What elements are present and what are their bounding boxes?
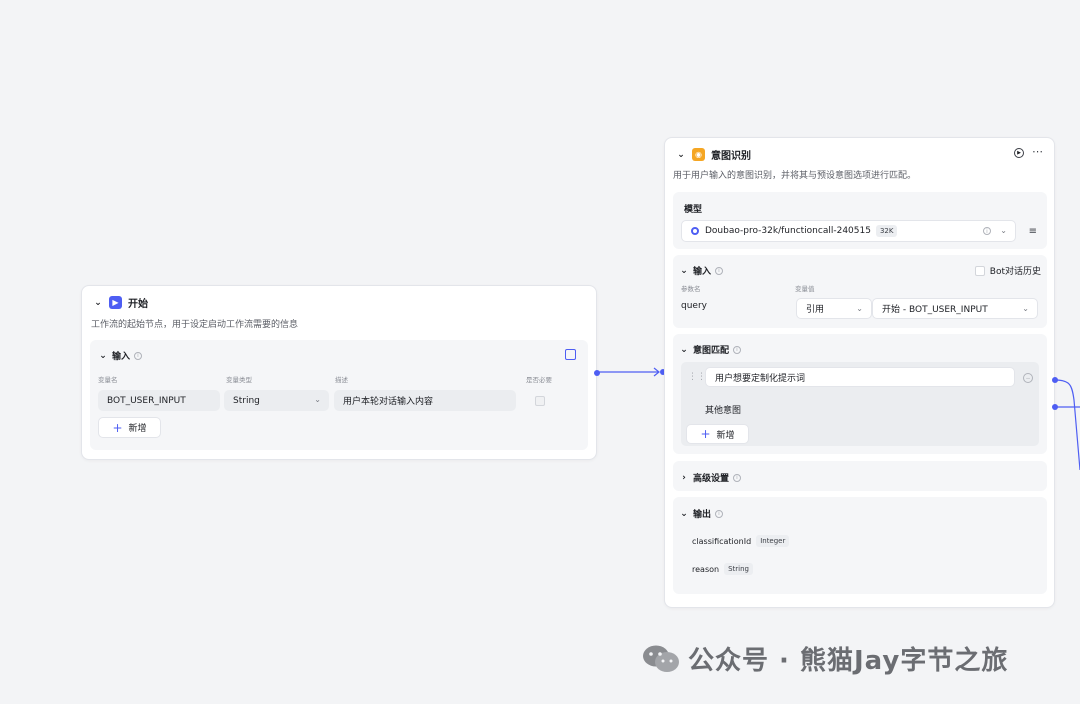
chevron-down-icon: ⌄ — [314, 395, 321, 404]
var-description-field[interactable]: 用户本轮对话输入内容 — [334, 390, 516, 411]
model-section: 模型 Doubao-pro-32k/functioncall-240515 32… — [673, 192, 1047, 249]
plus-icon: + — [700, 427, 711, 441]
intent-node[interactable]: ⌄ ◉ 意图识别 ▶ ⋯ 用于用户输入的意图识别，并将其与预设意图选项进行匹配。… — [664, 137, 1055, 608]
output-field-type: String — [724, 563, 753, 575]
required-checkbox[interactable] — [535, 396, 545, 406]
plus-icon: + — [112, 420, 123, 435]
value-ref: 开始 - BOT_USER_INPUT — [882, 305, 988, 315]
collapse-chevron-icon[interactable]: ⌄ — [98, 351, 108, 361]
output-field-row: reason String — [692, 563, 753, 575]
start-input-title: 输入 — [112, 352, 131, 362]
edge-intent-out-1 — [1054, 379, 1080, 471]
output-field-row: classificationId Integer — [692, 535, 790, 547]
column-header-var-value: 变量值 — [795, 285, 815, 293]
start-node-description: 工作流的起始节点，用于设定启动工作流需要的信息 — [91, 320, 299, 330]
column-header-param-name: 参数名 — [681, 285, 701, 293]
info-icon[interactable]: i — [733, 473, 742, 482]
info-icon[interactable]: i — [715, 509, 724, 518]
intent-input-title-row: ⌄ 输入 i — [679, 264, 724, 277]
intent-node-header: ⌄ ◉ 意图识别 — [676, 147, 751, 162]
collapse-chevron-icon[interactable]: ⌄ — [676, 150, 686, 160]
advanced-section[interactable]: › 高级设置 i — [673, 461, 1047, 491]
start-input-section: ⌄ 输入 i 变量名 变量类型 描述 是否必要 BOT_USER_INPUT S… — [90, 340, 588, 450]
param-name: query — [681, 301, 707, 311]
chevron-right-icon[interactable]: › — [679, 473, 689, 483]
bot-history-toggle[interactable]: Bot对话历史 — [974, 264, 1041, 277]
chevron-down-icon: ⌄ — [856, 304, 863, 313]
start-node-icon: ▶ — [109, 296, 122, 309]
intent-list: ⋮⋮ 用户想要定制化提示词 − 其他意图 + 新增 — [681, 362, 1039, 446]
column-header-var-name: 变量名 — [98, 376, 118, 384]
intent-output-port-2[interactable] — [1052, 404, 1058, 410]
start-node-header: ⌄ ▶ 开始 — [93, 295, 148, 310]
wechat-logo-icon — [643, 645, 679, 672]
info-icon[interactable]: i — [983, 227, 991, 235]
model-name: Doubao-pro-32k/functioncall-240515 — [705, 226, 871, 236]
intent-match-title-row: ⌄ 意图匹配 i — [679, 343, 742, 356]
run-icon[interactable]: ▶ — [1014, 148, 1024, 158]
start-output-port[interactable] — [594, 370, 600, 376]
workflow-canvas[interactable]: ⌄ ▶ 开始 工作流的起始节点，用于设定启动工作流需要的信息 ⌄ 输入 i 变量… — [0, 0, 1080, 704]
model-section-title: 模型 — [684, 205, 703, 215]
model-brand-icon — [691, 227, 699, 235]
collapse-chevron-icon[interactable]: ⌄ — [679, 509, 689, 519]
add-variable-label: 新增 — [128, 424, 147, 434]
intent-node-description: 用于用户输入的意图识别，并将其与预设意图选项进行匹配。 — [673, 171, 917, 181]
bot-history-checkbox[interactable] — [974, 265, 985, 276]
intent-input-section: ⌄ 输入 i Bot对话历史 参数名 变量值 query 引用 ⌄ 开始 - B… — [673, 255, 1047, 328]
value-mode-select[interactable]: 引用 ⌄ — [796, 298, 872, 319]
intent-input-title: 输入 — [693, 267, 712, 277]
start-input-title-row: ⌄ 输入 i — [98, 349, 143, 362]
advanced-title-row: › 高级设置 i — [679, 471, 742, 484]
intent-node-title: 意图识别 — [711, 151, 751, 162]
watermark-text: 公众号 · 熊猫Jay字节之旅 — [688, 646, 1009, 676]
intent-match-section: ⌄ 意图匹配 i ⋮⋮ 用户想要定制化提示词 − 其他意图 + 新增 — [673, 334, 1047, 454]
watermark: 公众号 · 熊猫Jay字节之旅 — [642, 640, 1008, 677]
column-header-var-type: 变量类型 — [226, 376, 252, 384]
more-icon[interactable]: ⋯ — [1032, 145, 1043, 158]
intent-match-title: 意图匹配 — [693, 346, 730, 356]
var-type-select[interactable]: String ⌄ — [224, 390, 329, 411]
collapse-chevron-icon[interactable]: ⌄ — [93, 298, 103, 308]
output-title: 输出 — [693, 510, 712, 520]
add-intent-label: 新增 — [716, 430, 735, 441]
value-mode: 引用 — [806, 305, 825, 315]
var-type-value: String — [233, 395, 260, 406]
settings-sliders-icon[interactable]: ≡ — [1029, 226, 1037, 237]
value-ref-select[interactable]: 开始 - BOT_USER_INPUT ⌄ — [872, 298, 1038, 319]
context-badge: 32K — [875, 225, 898, 237]
output-section: ⌄ 输出 i classificationId Integer reason S… — [673, 497, 1047, 594]
intent-output-port-1[interactable] — [1052, 377, 1058, 383]
column-header-description: 描述 — [335, 376, 348, 384]
output-field-name: classificationId — [692, 536, 752, 546]
remove-intent-icon[interactable]: − — [1023, 373, 1033, 383]
start-node[interactable]: ⌄ ▶ 开始 工作流的起始节点，用于设定启动工作流需要的信息 ⌄ 输入 i 变量… — [81, 285, 600, 460]
output-field-name: reason — [692, 564, 720, 574]
chevron-down-icon: ⌄ — [1000, 226, 1007, 235]
advanced-title: 高级设置 — [693, 474, 730, 484]
info-icon[interactable]: i — [733, 345, 742, 354]
output-title-row: ⌄ 输出 i — [679, 507, 724, 520]
var-name-field[interactable]: BOT_USER_INPUT — [98, 390, 220, 411]
info-icon[interactable]: i — [715, 266, 724, 275]
intent-item-input[interactable]: 用户想要定制化提示词 — [705, 367, 1015, 387]
add-intent-button[interactable]: + 新增 — [686, 424, 749, 444]
add-variable-button[interactable]: + 新增 — [98, 417, 161, 438]
model-select[interactable]: Doubao-pro-32k/functioncall-240515 32K i… — [681, 220, 1016, 242]
drag-handle-icon[interactable]: ⋮⋮ — [688, 372, 706, 382]
chevron-down-icon: ⌄ — [1022, 304, 1029, 313]
info-icon[interactable]: i — [134, 351, 143, 360]
intent-node-icon: ◉ — [692, 148, 705, 161]
column-header-required: 是否必要 — [526, 376, 552, 384]
collapse-chevron-icon[interactable]: ⌄ — [679, 266, 689, 276]
export-icon[interactable] — [565, 349, 576, 360]
output-field-type: Integer — [756, 535, 790, 547]
other-intent-label: 其他意图 — [705, 406, 742, 416]
bot-history-label: Bot对话历史 — [989, 267, 1041, 277]
collapse-chevron-icon[interactable]: ⌄ — [679, 345, 689, 355]
start-node-title: 开始 — [128, 299, 148, 310]
